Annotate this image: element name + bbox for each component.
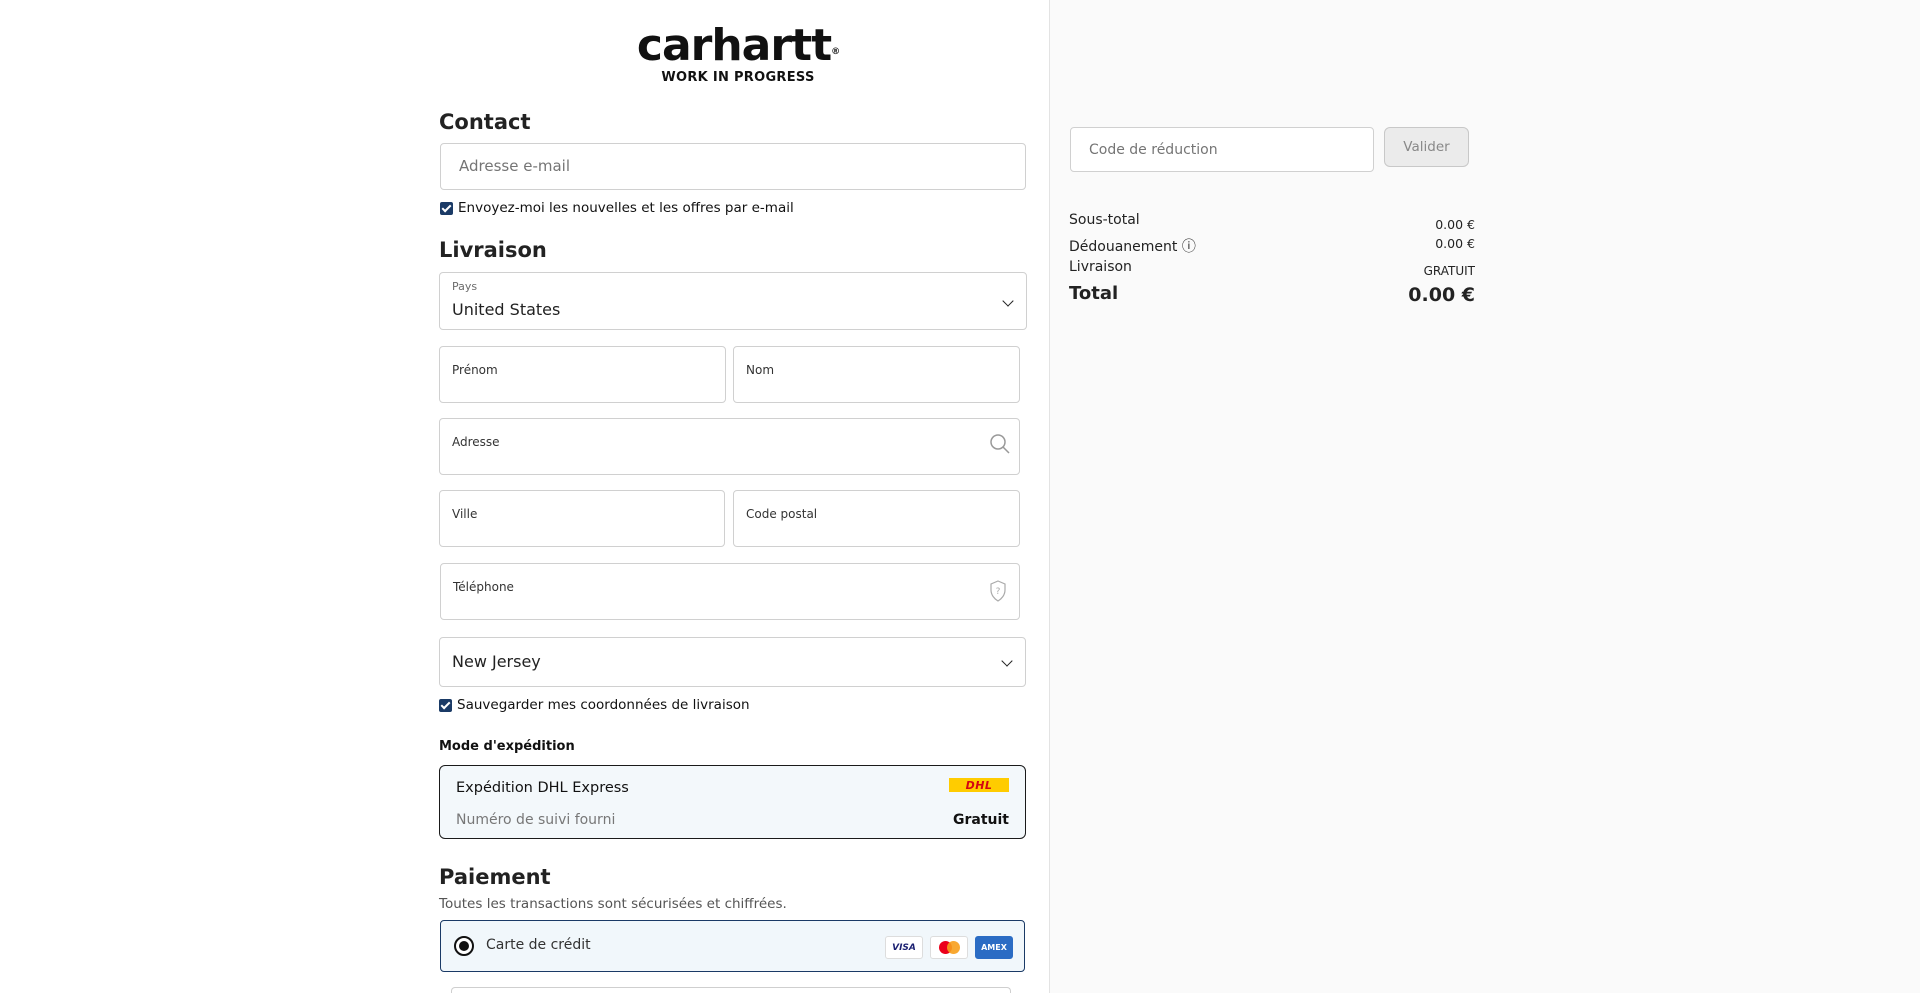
- first-name-field[interactable]: Prénom: [439, 346, 726, 403]
- newsletter-label: Envoyez-moi les nouvelles et les offres …: [458, 200, 794, 216]
- search-icon[interactable]: [989, 433, 1011, 455]
- shipping-option-dhl[interactable]: Expédition DHL Express DHL Numéro de sui…: [439, 765, 1026, 839]
- contact-heading: Contact: [439, 110, 531, 134]
- discount-code-placeholder: Code de réduction: [1089, 142, 1218, 158]
- discount-code-field[interactable]: Code de réduction: [1070, 127, 1374, 172]
- brand-logo[interactable]: carhartt® WORK IN PROGRESS: [630, 20, 846, 86]
- last-name-field[interactable]: Nom: [733, 346, 1020, 403]
- credit-card-radio[interactable]: [454, 936, 474, 956]
- help-shield-icon[interactable]: ?: [989, 580, 1007, 602]
- shipping-method-heading: Mode d'expédition: [439, 739, 575, 754]
- total-value: 0.00 €: [1408, 284, 1475, 306]
- brand-logo-tagline: WORK IN PROGRESS: [661, 70, 815, 85]
- address-placeholder: Adresse: [452, 435, 500, 449]
- email-placeholder: Adresse e-mail: [459, 157, 570, 175]
- state-select[interactable]: New Jersey: [439, 637, 1026, 687]
- apply-discount-button[interactable]: Valider: [1384, 127, 1469, 167]
- newsletter-checkbox-box[interactable]: [440, 201, 453, 215]
- duties-value: 0.00 €: [1435, 236, 1475, 251]
- shipping-label: Livraison: [1069, 259, 1132, 275]
- amex-icon: AMEX: [975, 936, 1013, 959]
- last-name-placeholder: Nom: [746, 363, 775, 377]
- card-number-field[interactable]: [451, 987, 1011, 993]
- brand-logo-wordmark: carhartt®: [636, 20, 840, 71]
- first-name-placeholder: Prénom: [452, 363, 498, 377]
- postal-code-field[interactable]: Code postal: [733, 490, 1020, 547]
- email-field[interactable]: Adresse e-mail: [440, 143, 1026, 190]
- shipping-option-subtitle: Numéro de suivi fourni: [456, 812, 616, 828]
- city-placeholder: Ville: [452, 507, 478, 521]
- shipping-option-title: Expédition DHL Express: [456, 780, 629, 796]
- phone-field[interactable]: Téléphone ?: [440, 563, 1020, 620]
- subtotal-value: 0.00 €: [1435, 217, 1475, 232]
- phone-placeholder: Téléphone: [453, 580, 514, 594]
- country-label: Pays: [452, 280, 478, 293]
- state-value: New Jersey: [452, 652, 541, 671]
- subtotal-label: Sous-total: [1069, 212, 1140, 228]
- delivery-heading: Livraison: [439, 238, 547, 262]
- svg-text:?: ?: [996, 587, 1001, 597]
- mastercard-icon: [930, 936, 968, 959]
- chevron-down-icon: [1002, 295, 1014, 307]
- save-info-label: Sauvegarder mes coordonnées de livraison: [457, 697, 750, 713]
- country-select[interactable]: Pays United States: [439, 272, 1027, 330]
- visa-icon: VISA: [885, 936, 923, 959]
- total-label: Total: [1069, 283, 1119, 304]
- shipping-option-price: Gratuit: [953, 812, 1009, 828]
- save-info-checkbox[interactable]: Sauvegarder mes coordonnées de livraison: [439, 697, 750, 713]
- payment-option-credit-card[interactable]: Carte de crédit VISA AMEX: [440, 920, 1025, 972]
- dhl-logo-icon: DHL: [949, 778, 1009, 792]
- payment-subtitle: Toutes les transactions sont sécurisées …: [439, 896, 787, 912]
- duties-label[interactable]: Dédouanement ⓘ: [1069, 236, 1196, 256]
- chevron-down-icon: [1001, 655, 1013, 667]
- save-info-checkbox-box[interactable]: [439, 698, 452, 712]
- address-field[interactable]: Adresse: [439, 418, 1020, 475]
- newsletter-checkbox[interactable]: Envoyez-moi les nouvelles et les offres …: [440, 200, 794, 216]
- credit-card-label: Carte de crédit: [486, 937, 591, 953]
- payment-heading: Paiement: [439, 865, 551, 889]
- postal-code-placeholder: Code postal: [746, 507, 818, 521]
- shipping-value: GRATUIT: [1423, 264, 1475, 278]
- country-value: United States: [452, 300, 561, 319]
- checkout-main-column: carhartt® WORK IN PROGRESS Contact Adres…: [0, 0, 1049, 993]
- city-field[interactable]: Ville: [439, 490, 725, 547]
